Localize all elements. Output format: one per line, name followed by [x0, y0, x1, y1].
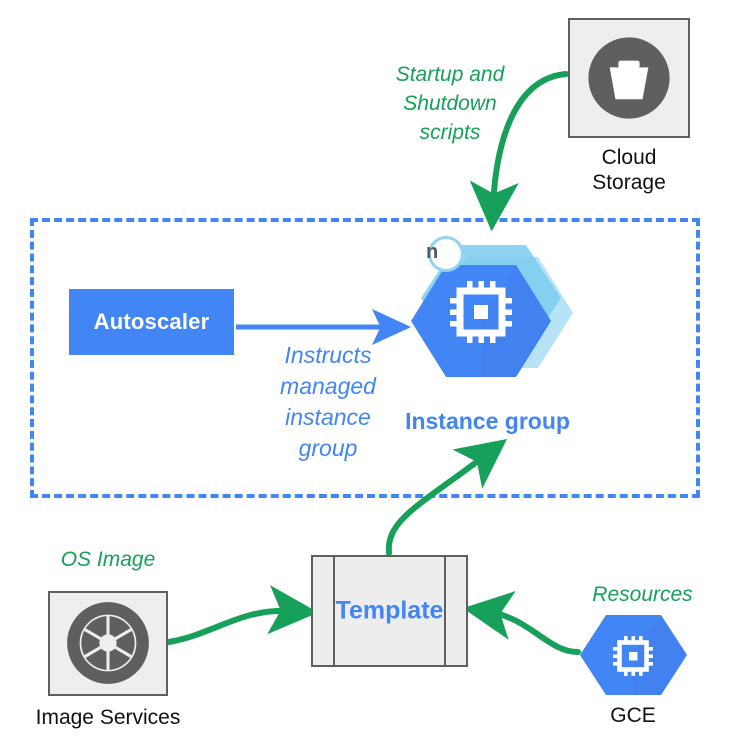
edge-gce-to-template [462, 591, 581, 655]
instructs-managed-instance-group-label: Instructs managed instance group [280, 342, 376, 461]
gce-caption: GCE [610, 704, 656, 727]
autoscaler-label: Autoscaler [93, 309, 210, 334]
image-services-caption: Image Services [35, 706, 181, 729]
edge-image-services-to-template [166, 585, 319, 645]
instance-group-label: Instance group [405, 408, 570, 434]
startup-shutdown-scripts-label: Startup and Shutdown scripts [395, 63, 505, 144]
cloud-storage-node [568, 18, 690, 138]
image-services-node [48, 591, 168, 696]
os-image-label: OS Image [60, 548, 156, 571]
cloud-storage-bucket-icon [588, 37, 670, 119]
autoscaler-node[interactable]: Autoscaler [69, 289, 234, 355]
camera-aperture-icon [67, 602, 149, 684]
instance-count-badge: n [426, 236, 464, 272]
diagram-canvas: Startup and Shutdown scripts Cloud Stora… [0, 0, 729, 739]
resources-label: Resources [592, 583, 693, 606]
cloud-storage-caption: Cloud Storage [592, 146, 666, 194]
instance-count-value: n [426, 241, 439, 263]
gce-hexagon-icon [580, 615, 687, 695]
template-label: Template [335, 596, 444, 625]
gce-node [576, 611, 691, 699]
template-node[interactable]: Template [311, 555, 468, 667]
